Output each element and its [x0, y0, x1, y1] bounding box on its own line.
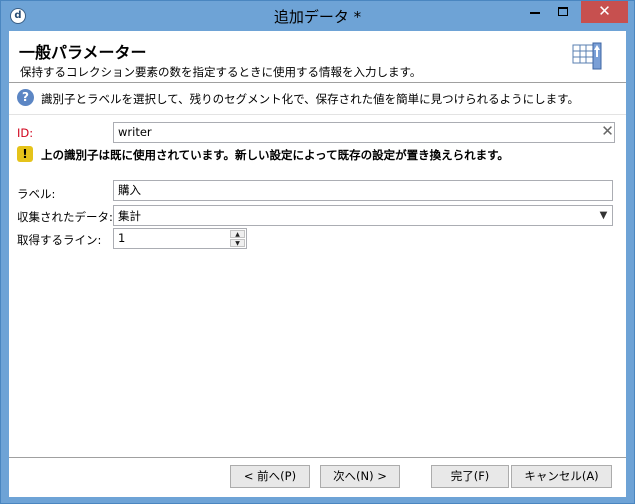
info-divider	[9, 114, 626, 115]
stepper-up-icon[interactable]: ▲	[230, 230, 245, 238]
maximize-icon	[558, 7, 568, 16]
next-button[interactable]: 次へ(N) >	[320, 465, 400, 488]
footer-divider	[9, 457, 626, 458]
dialog-content: 一般パラメーター 保持するコレクション要素の数を指定するときに使用する情報を入力…	[9, 31, 626, 497]
close-icon: ✕	[598, 2, 611, 20]
warning-icon: !	[17, 146, 33, 162]
page-description: 保持するコレクション要素の数を指定するときに使用する情報を入力します。	[20, 65, 422, 79]
stepper-down-icon[interactable]: ▼	[230, 239, 245, 247]
finish-button[interactable]: 完了(F)	[431, 465, 509, 488]
id-label: ID:	[17, 126, 34, 140]
id-field[interactable]: writer	[113, 122, 615, 143]
minimize-button[interactable]	[521, 1, 549, 23]
lines-label: 取得するライン:	[17, 233, 102, 247]
back-button[interactable]: < 前へ(P)	[230, 465, 310, 488]
question-icon: ?	[17, 89, 34, 106]
wizard-header: 一般パラメーター 保持するコレクション要素の数を指定するときに使用する情報を入力…	[9, 31, 626, 81]
label-field[interactable]: 購入	[113, 180, 613, 201]
lines-value: 1	[118, 231, 126, 245]
chevron-down-icon[interactable]: ▼	[595, 206, 612, 225]
minimize-icon	[530, 12, 540, 14]
collected-data-value: 集計	[118, 209, 141, 223]
clear-icon[interactable]: ✕	[600, 124, 615, 139]
cancel-button[interactable]: キャンセル(A)	[511, 465, 612, 488]
maximize-button[interactable]	[549, 1, 577, 23]
label-label: ラベル:	[17, 187, 56, 201]
close-button[interactable]: ✕	[581, 1, 628, 23]
info-text: 識別子とラベルを選択して、残りのセグメント化で、保存された値を簡単に見つけられる…	[41, 92, 579, 106]
lines-stepper[interactable]: 1 ▲ ▼	[113, 228, 247, 249]
id-value: writer	[118, 125, 152, 139]
label-value: 購入	[118, 183, 141, 197]
warning-text: 上の識別子は既に使用されています。新しい設定によって既存の設定が置き換えられます…	[41, 148, 509, 162]
table-icon	[572, 42, 602, 70]
stepper-buttons: ▲ ▼	[230, 230, 245, 247]
collected-data-label: 収集されたデータ:	[17, 210, 113, 224]
page-title: 一般パラメーター	[19, 43, 147, 62]
title-bar[interactable]: d 追加データ * ✕	[1, 1, 634, 31]
header-divider	[9, 82, 626, 83]
dialog-window: d 追加データ * ✕ 一般パラメーター 保持するコレクション要素の数を指定する…	[0, 0, 635, 504]
collected-data-select[interactable]: 集計 ▼	[113, 205, 613, 226]
